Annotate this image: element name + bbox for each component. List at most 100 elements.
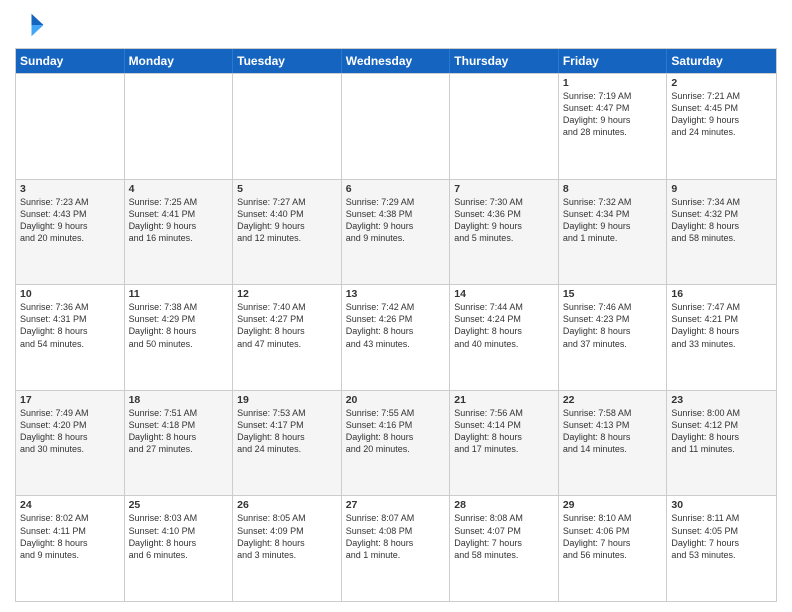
calendar-row-2: 10Sunrise: 7:36 AM Sunset: 4:31 PM Dayli… bbox=[16, 284, 776, 390]
day-info: Sunrise: 7:47 AM Sunset: 4:21 PM Dayligh… bbox=[671, 301, 772, 350]
day-cell-11: 11Sunrise: 7:38 AM Sunset: 4:29 PM Dayli… bbox=[125, 285, 234, 390]
day-cell-6: 6Sunrise: 7:29 AM Sunset: 4:38 PM Daylig… bbox=[342, 180, 451, 285]
day-cell-25: 25Sunrise: 8:03 AM Sunset: 4:10 PM Dayli… bbox=[125, 496, 234, 601]
day-cell-1: 1Sunrise: 7:19 AM Sunset: 4:47 PM Daylig… bbox=[559, 74, 668, 179]
day-number: 20 bbox=[346, 394, 446, 406]
day-cell-9: 9Sunrise: 7:34 AM Sunset: 4:32 PM Daylig… bbox=[667, 180, 776, 285]
day-cell-20: 20Sunrise: 7:55 AM Sunset: 4:16 PM Dayli… bbox=[342, 391, 451, 496]
day-cell-22: 22Sunrise: 7:58 AM Sunset: 4:13 PM Dayli… bbox=[559, 391, 668, 496]
logo-icon bbox=[15, 10, 45, 40]
day-number: 25 bbox=[129, 499, 229, 511]
day-cell-26: 26Sunrise: 8:05 AM Sunset: 4:09 PM Dayli… bbox=[233, 496, 342, 601]
day-number: 6 bbox=[346, 183, 446, 195]
day-cell-24: 24Sunrise: 8:02 AM Sunset: 4:11 PM Dayli… bbox=[16, 496, 125, 601]
day-info: Sunrise: 8:08 AM Sunset: 4:07 PM Dayligh… bbox=[454, 512, 554, 561]
day-info: Sunrise: 7:58 AM Sunset: 4:13 PM Dayligh… bbox=[563, 407, 663, 456]
day-number: 1 bbox=[563, 77, 663, 89]
day-info: Sunrise: 7:55 AM Sunset: 4:16 PM Dayligh… bbox=[346, 407, 446, 456]
empty-cell bbox=[125, 74, 234, 179]
calendar-body: 1Sunrise: 7:19 AM Sunset: 4:47 PM Daylig… bbox=[16, 73, 776, 601]
weekday-header-saturday: Saturday bbox=[667, 49, 776, 73]
day-info: Sunrise: 8:00 AM Sunset: 4:12 PM Dayligh… bbox=[671, 407, 772, 456]
day-info: Sunrise: 8:02 AM Sunset: 4:11 PM Dayligh… bbox=[20, 512, 120, 561]
day-cell-29: 29Sunrise: 8:10 AM Sunset: 4:06 PM Dayli… bbox=[559, 496, 668, 601]
day-cell-30: 30Sunrise: 8:11 AM Sunset: 4:05 PM Dayli… bbox=[667, 496, 776, 601]
empty-cell bbox=[450, 74, 559, 179]
calendar-row-0: 1Sunrise: 7:19 AM Sunset: 4:47 PM Daylig… bbox=[16, 73, 776, 179]
empty-cell bbox=[342, 74, 451, 179]
day-cell-27: 27Sunrise: 8:07 AM Sunset: 4:08 PM Dayli… bbox=[342, 496, 451, 601]
day-cell-19: 19Sunrise: 7:53 AM Sunset: 4:17 PM Dayli… bbox=[233, 391, 342, 496]
day-info: Sunrise: 7:34 AM Sunset: 4:32 PM Dayligh… bbox=[671, 196, 772, 245]
day-info: Sunrise: 7:38 AM Sunset: 4:29 PM Dayligh… bbox=[129, 301, 229, 350]
day-info: Sunrise: 7:27 AM Sunset: 4:40 PM Dayligh… bbox=[237, 196, 337, 245]
day-number: 15 bbox=[563, 288, 663, 300]
day-cell-18: 18Sunrise: 7:51 AM Sunset: 4:18 PM Dayli… bbox=[125, 391, 234, 496]
page: SundayMondayTuesdayWednesdayThursdayFrid… bbox=[0, 0, 792, 612]
calendar-row-1: 3Sunrise: 7:23 AM Sunset: 4:43 PM Daylig… bbox=[16, 179, 776, 285]
calendar-header: SundayMondayTuesdayWednesdayThursdayFrid… bbox=[16, 49, 776, 73]
empty-cell bbox=[233, 74, 342, 179]
day-number: 23 bbox=[671, 394, 772, 406]
day-info: Sunrise: 7:44 AM Sunset: 4:24 PM Dayligh… bbox=[454, 301, 554, 350]
day-number: 16 bbox=[671, 288, 772, 300]
calendar-row-4: 24Sunrise: 8:02 AM Sunset: 4:11 PM Dayli… bbox=[16, 495, 776, 601]
day-number: 19 bbox=[237, 394, 337, 406]
calendar-row-3: 17Sunrise: 7:49 AM Sunset: 4:20 PM Dayli… bbox=[16, 390, 776, 496]
day-info: Sunrise: 7:32 AM Sunset: 4:34 PM Dayligh… bbox=[563, 196, 663, 245]
day-info: Sunrise: 7:36 AM Sunset: 4:31 PM Dayligh… bbox=[20, 301, 120, 350]
day-number: 5 bbox=[237, 183, 337, 195]
day-cell-14: 14Sunrise: 7:44 AM Sunset: 4:24 PM Dayli… bbox=[450, 285, 559, 390]
day-number: 28 bbox=[454, 499, 554, 511]
day-info: Sunrise: 8:10 AM Sunset: 4:06 PM Dayligh… bbox=[563, 512, 663, 561]
day-number: 17 bbox=[20, 394, 120, 406]
day-info: Sunrise: 7:53 AM Sunset: 4:17 PM Dayligh… bbox=[237, 407, 337, 456]
logo bbox=[15, 10, 49, 40]
weekday-header-monday: Monday bbox=[125, 49, 234, 73]
day-info: Sunrise: 7:49 AM Sunset: 4:20 PM Dayligh… bbox=[20, 407, 120, 456]
day-number: 4 bbox=[129, 183, 229, 195]
day-info: Sunrise: 7:23 AM Sunset: 4:43 PM Dayligh… bbox=[20, 196, 120, 245]
day-info: Sunrise: 8:07 AM Sunset: 4:08 PM Dayligh… bbox=[346, 512, 446, 561]
day-info: Sunrise: 8:11 AM Sunset: 4:05 PM Dayligh… bbox=[671, 512, 772, 561]
calendar: SundayMondayTuesdayWednesdayThursdayFrid… bbox=[15, 48, 777, 602]
day-info: Sunrise: 7:51 AM Sunset: 4:18 PM Dayligh… bbox=[129, 407, 229, 456]
day-cell-23: 23Sunrise: 8:00 AM Sunset: 4:12 PM Dayli… bbox=[667, 391, 776, 496]
day-number: 29 bbox=[563, 499, 663, 511]
day-number: 2 bbox=[671, 77, 772, 89]
empty-cell bbox=[16, 74, 125, 179]
day-number: 14 bbox=[454, 288, 554, 300]
day-number: 18 bbox=[129, 394, 229, 406]
day-cell-17: 17Sunrise: 7:49 AM Sunset: 4:20 PM Dayli… bbox=[16, 391, 125, 496]
day-number: 10 bbox=[20, 288, 120, 300]
day-cell-3: 3Sunrise: 7:23 AM Sunset: 4:43 PM Daylig… bbox=[16, 180, 125, 285]
day-cell-7: 7Sunrise: 7:30 AM Sunset: 4:36 PM Daylig… bbox=[450, 180, 559, 285]
weekday-header-wednesday: Wednesday bbox=[342, 49, 451, 73]
day-number: 24 bbox=[20, 499, 120, 511]
day-cell-2: 2Sunrise: 7:21 AM Sunset: 4:45 PM Daylig… bbox=[667, 74, 776, 179]
day-number: 11 bbox=[129, 288, 229, 300]
weekday-header-friday: Friday bbox=[559, 49, 668, 73]
day-info: Sunrise: 7:29 AM Sunset: 4:38 PM Dayligh… bbox=[346, 196, 446, 245]
header bbox=[15, 10, 777, 40]
day-info: Sunrise: 7:25 AM Sunset: 4:41 PM Dayligh… bbox=[129, 196, 229, 245]
weekday-header-thursday: Thursday bbox=[450, 49, 559, 73]
day-info: Sunrise: 7:40 AM Sunset: 4:27 PM Dayligh… bbox=[237, 301, 337, 350]
day-cell-16: 16Sunrise: 7:47 AM Sunset: 4:21 PM Dayli… bbox=[667, 285, 776, 390]
day-cell-10: 10Sunrise: 7:36 AM Sunset: 4:31 PM Dayli… bbox=[16, 285, 125, 390]
day-cell-21: 21Sunrise: 7:56 AM Sunset: 4:14 PM Dayli… bbox=[450, 391, 559, 496]
weekday-header-tuesday: Tuesday bbox=[233, 49, 342, 73]
day-info: Sunrise: 7:42 AM Sunset: 4:26 PM Dayligh… bbox=[346, 301, 446, 350]
day-number: 27 bbox=[346, 499, 446, 511]
day-number: 3 bbox=[20, 183, 120, 195]
day-number: 12 bbox=[237, 288, 337, 300]
day-cell-4: 4Sunrise: 7:25 AM Sunset: 4:41 PM Daylig… bbox=[125, 180, 234, 285]
day-cell-13: 13Sunrise: 7:42 AM Sunset: 4:26 PM Dayli… bbox=[342, 285, 451, 390]
day-info: Sunrise: 7:30 AM Sunset: 4:36 PM Dayligh… bbox=[454, 196, 554, 245]
day-info: Sunrise: 7:21 AM Sunset: 4:45 PM Dayligh… bbox=[671, 90, 772, 139]
day-number: 26 bbox=[237, 499, 337, 511]
weekday-header-sunday: Sunday bbox=[16, 49, 125, 73]
day-info: Sunrise: 7:46 AM Sunset: 4:23 PM Dayligh… bbox=[563, 301, 663, 350]
day-cell-15: 15Sunrise: 7:46 AM Sunset: 4:23 PM Dayli… bbox=[559, 285, 668, 390]
day-number: 13 bbox=[346, 288, 446, 300]
